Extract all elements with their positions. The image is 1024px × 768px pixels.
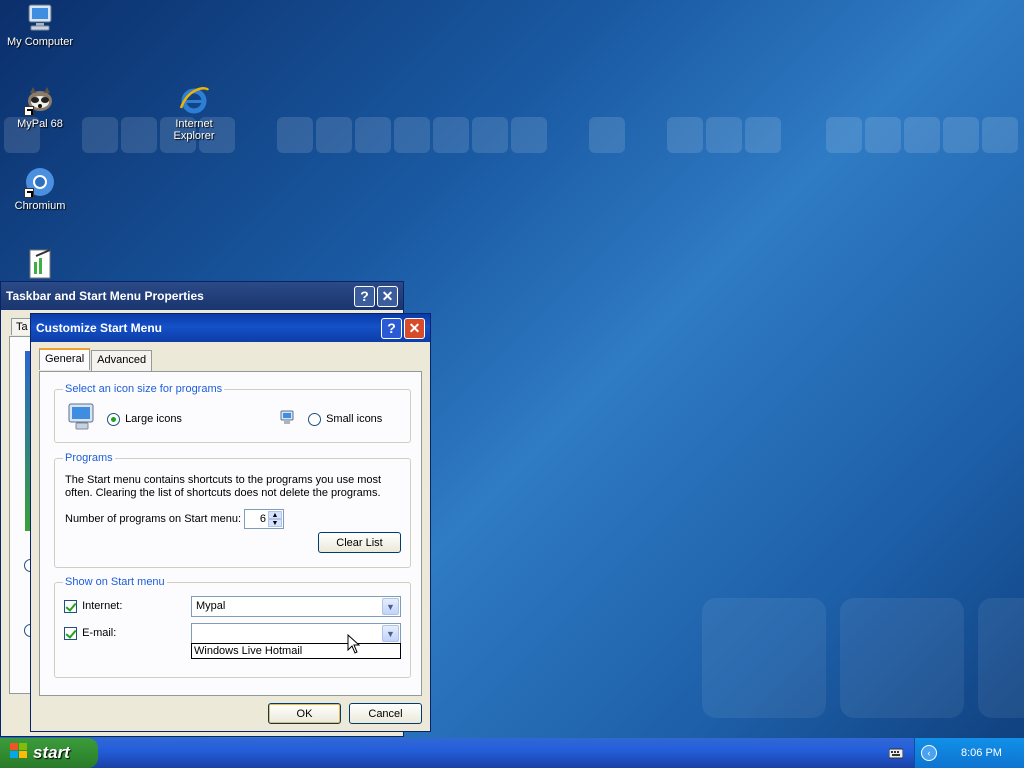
email-dropdown-option[interactable]: Windows Live Hotmail [194, 645, 302, 657]
internet-checkbox[interactable] [64, 600, 77, 613]
window-title: Taskbar and Start Menu Properties [6, 289, 204, 303]
group-legend: Show on Start menu [63, 576, 167, 588]
internet-browser-value: Mypal [196, 600, 226, 612]
start-button[interactable]: start [0, 738, 98, 768]
internet-explorer-icon [178, 84, 210, 116]
dialog-title: Customize Start Menu [36, 321, 163, 335]
desktop-icon-chromium[interactable]: Chromium [0, 166, 80, 212]
programs-count-spinner[interactable]: 6 ▲ ▼ [244, 509, 284, 529]
help-button[interactable]: ? [354, 285, 375, 307]
computer-icon [24, 2, 56, 34]
programs-count-value: 6 [259, 513, 266, 525]
cancel-button[interactable]: Cancel [349, 703, 422, 724]
desktop-icon-label: MyPal 68 [17, 118, 63, 130]
desktop-icon-mypal[interactable]: MyPal 68 [0, 84, 80, 130]
desktop-icon-label: Chromium [14, 200, 66, 212]
small-icons-radio[interactable] [308, 413, 321, 426]
spin-down-button[interactable]: ▼ [268, 519, 282, 527]
taskbar: start ‹ 8:06 PM [0, 738, 1024, 768]
desktop-icon-label: My Computer [6, 36, 74, 48]
large-icons-radio[interactable] [107, 413, 120, 426]
chevron-down-icon[interactable]: ▼ [382, 625, 399, 642]
tab-general[interactable]: General [39, 348, 91, 370]
icon-size-group: Select an icon size for programs Large i… [54, 383, 411, 443]
general-tab-panel: Select an icon size for programs Large i… [39, 371, 422, 696]
customize-titlebar[interactable]: Customize Start Menu ? ✕ [31, 314, 430, 342]
document-chart-icon [24, 248, 56, 280]
spin-up-button[interactable]: ▲ [268, 511, 282, 519]
chromium-icon [24, 166, 56, 198]
programs-description: The Start menu contains shortcuts to the… [65, 474, 382, 499]
mouse-cursor-icon [347, 633, 361, 657]
large-icons-option[interactable]: Large icons [107, 413, 182, 426]
desktop-icon-my-computer[interactable]: My Computer [0, 2, 80, 48]
start-label: start [33, 743, 70, 762]
programs-group: Programs The Start menu contains shortcu… [54, 452, 411, 568]
shortcut-arrow-icon [24, 188, 34, 198]
desktop-icon-label: Internet Explorer [173, 118, 215, 142]
small-icons-icon [279, 410, 295, 429]
small-icons-label: Small icons [326, 413, 383, 426]
help-button[interactable]: ? [381, 317, 402, 339]
email-program-select[interactable]: ▼ [191, 623, 401, 644]
keyboard-icon[interactable] [888, 747, 904, 762]
taskbar-properties-titlebar[interactable]: Taskbar and Start Menu Properties ? ✕ [1, 282, 403, 310]
show-on-start-menu-group: Show on Start menu Internet: Mypal ▼ E-m… [54, 576, 411, 678]
show-hidden-icons-button[interactable]: ‹ [921, 745, 937, 761]
internet-label: Internet: [82, 600, 123, 613]
windows-logo-icon [10, 742, 28, 764]
tab-label: Ta [16, 321, 28, 333]
group-legend: Select an icon size for programs [63, 383, 225, 395]
large-icons-label: Large icons [125, 413, 182, 426]
tab-advanced[interactable]: Advanced [91, 350, 153, 372]
programs-count-label: Number of programs on Start menu: [65, 513, 242, 525]
desktop-icon-document[interactable] [0, 248, 80, 282]
email-label: E-mail: [82, 627, 117, 640]
email-checkbox[interactable] [64, 627, 77, 640]
tab-strip: General Advanced [39, 348, 153, 372]
raccoon-icon [24, 84, 56, 116]
ok-button[interactable]: OK [268, 703, 341, 724]
group-legend: Programs [63, 452, 115, 464]
close-button[interactable]: ✕ [377, 285, 398, 307]
desktop-icon-internet-explorer[interactable]: Internet Explorer [154, 84, 234, 142]
shortcut-arrow-icon [24, 106, 34, 116]
internet-option[interactable]: Internet: [64, 600, 122, 613]
clear-list-button[interactable]: Clear List [318, 532, 401, 553]
clock: 8:06 PM [961, 747, 1002, 759]
system-tray: ‹ 8:06 PM [888, 738, 1024, 768]
internet-browser-select[interactable]: Mypal ▼ [191, 596, 401, 617]
email-option[interactable]: E-mail: [64, 627, 116, 640]
email-dropdown-list: Windows Live Hotmail [191, 643, 401, 659]
close-button[interactable]: ✕ [404, 317, 425, 339]
customize-start-menu-dialog: Customize Start Menu ? ✕ General Advance… [30, 313, 431, 732]
chevron-down-icon[interactable]: ▼ [382, 598, 399, 615]
large-icons-icon [67, 400, 99, 435]
small-icons-option[interactable]: Small icons [308, 413, 382, 426]
